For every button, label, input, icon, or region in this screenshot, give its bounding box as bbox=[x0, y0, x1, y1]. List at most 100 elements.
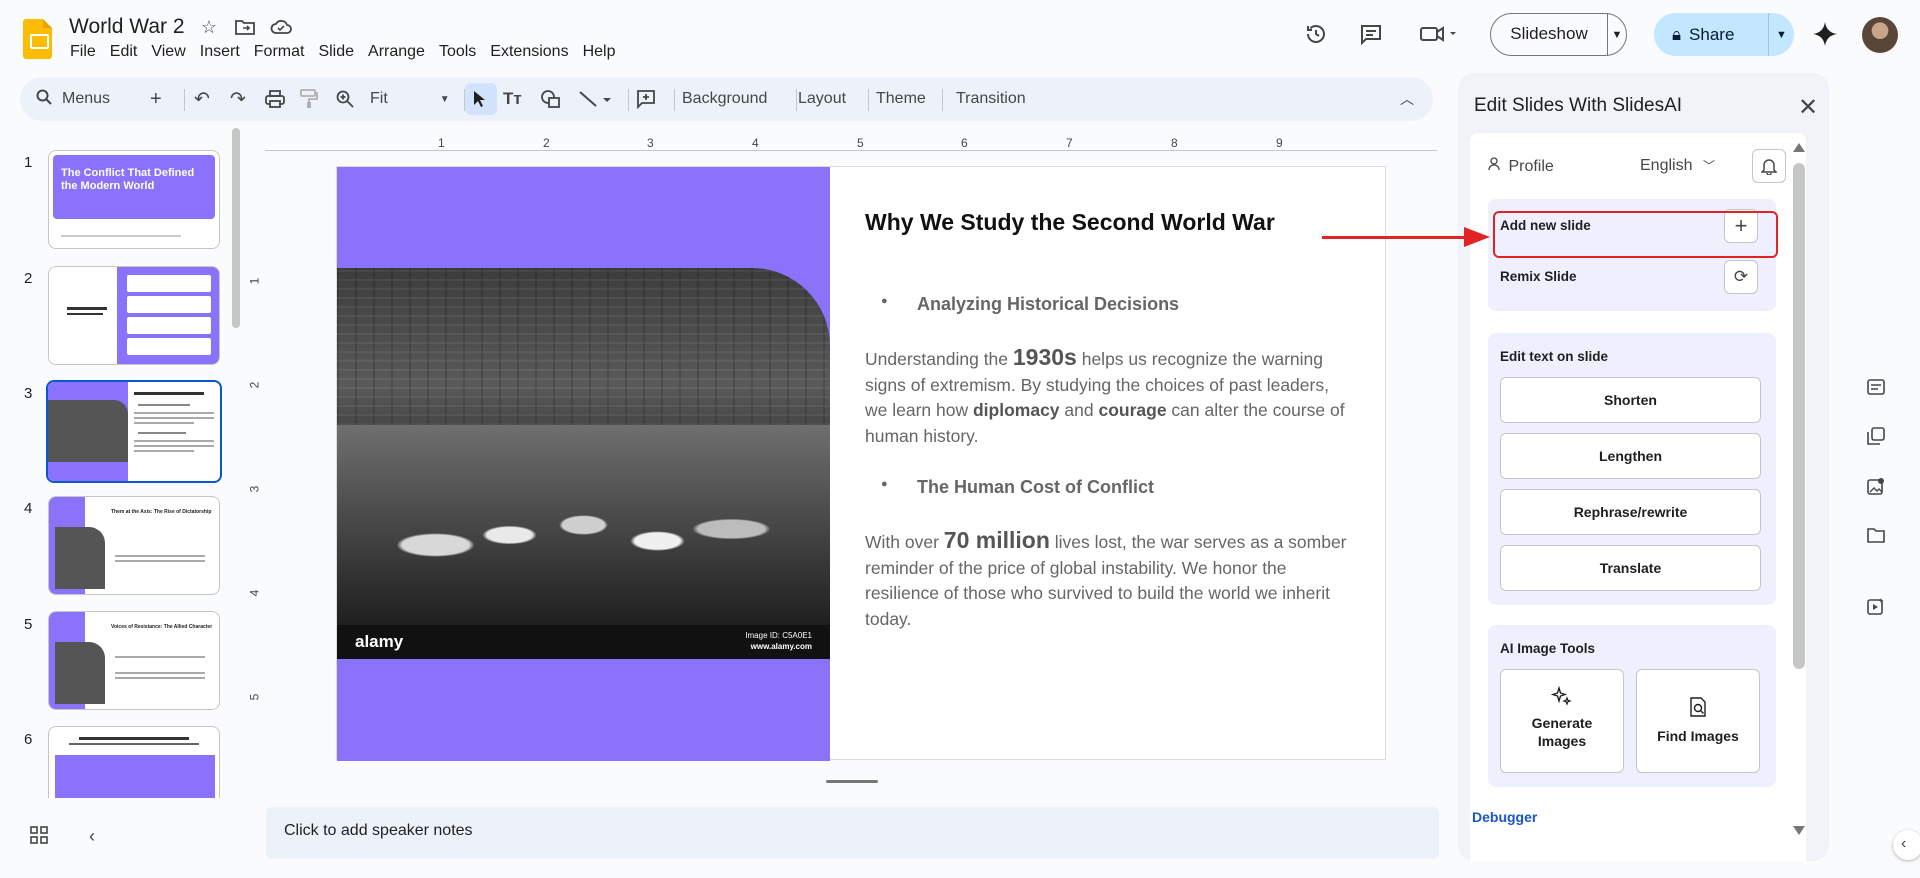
slide-number: 3 bbox=[24, 385, 33, 402]
redo-icon[interactable]: ↷ bbox=[230, 77, 246, 121]
shorten-button[interactable]: Shorten bbox=[1500, 377, 1761, 423]
line-icon[interactable] bbox=[578, 77, 612, 121]
collapse-filmstrip-icon[interactable]: ‹ bbox=[89, 826, 95, 847]
image-gallery-icon[interactable] bbox=[1864, 474, 1888, 498]
top-bar: World War 2 ☆ File Edit View Insert Form… bbox=[0, 0, 1920, 72]
move-folder-icon[interactable] bbox=[234, 16, 256, 38]
generate-images-button[interactable]: Generate Images bbox=[1500, 669, 1624, 773]
menu-view[interactable]: View bbox=[151, 43, 194, 61]
video-slides-icon[interactable] bbox=[1864, 594, 1888, 618]
panel-scrollbar[interactable] bbox=[1793, 163, 1805, 669]
bullet-2[interactable]: The Human Cost of Conflict bbox=[881, 477, 1154, 498]
slide-thumb-1[interactable]: The Conflict That Defined the Modern Wor… bbox=[48, 150, 220, 249]
ruler-tick: 2 bbox=[543, 136, 550, 150]
version-history-icon[interactable] bbox=[1302, 20, 1330, 48]
slide-photo[interactable]: alamy Image ID: C5A0E1 www.alamy.com bbox=[337, 268, 830, 659]
transition-button[interactable]: Transition bbox=[956, 77, 1026, 121]
slides-notes-icon[interactable] bbox=[1864, 375, 1888, 399]
edit-text-header: Edit text on slide bbox=[1500, 349, 1609, 364]
chevron-down-icon: ﹀ bbox=[1702, 159, 1715, 173]
generate-images-label: Generate Images bbox=[1531, 715, 1593, 749]
slideshow-dropdown-icon[interactable]: ▼ bbox=[1608, 29, 1626, 41]
ai-image-tools-header: AI Image Tools bbox=[1500, 641, 1596, 656]
slideshow-label[interactable]: Slideshow bbox=[1491, 13, 1608, 56]
comments-icon[interactable] bbox=[1357, 20, 1385, 48]
layout-button[interactable]: Layout bbox=[798, 77, 846, 121]
menu-insert[interactable]: Insert bbox=[200, 43, 249, 61]
zoom-dropdown-icon: ▼ bbox=[439, 93, 450, 105]
menu-tools[interactable]: Tools bbox=[439, 43, 485, 61]
thumb-4-title: Them at the Axis: The Rise of Dictatorsh… bbox=[111, 509, 212, 515]
lengthen-button[interactable]: Lengthen bbox=[1500, 433, 1761, 479]
slide-thumb-3[interactable] bbox=[46, 380, 222, 483]
rephrase-button[interactable]: Rephrase/rewrite bbox=[1500, 489, 1761, 535]
slide-thumb-5[interactable]: Voices of Resistance: The Allied Charact… bbox=[48, 611, 220, 710]
print-icon[interactable] bbox=[265, 77, 285, 121]
slide-thumb-6[interactable] bbox=[48, 726, 220, 798]
collapse-toolbar-icon[interactable]: ︿ bbox=[1400, 77, 1414, 121]
document-title[interactable]: World War 2 bbox=[69, 15, 185, 39]
menu-edit[interactable]: Edit bbox=[110, 43, 147, 61]
undo-icon[interactable]: ↶ bbox=[194, 77, 210, 121]
theme-button[interactable]: Theme bbox=[876, 77, 926, 121]
slides-logo-icon[interactable] bbox=[23, 19, 52, 59]
background-button[interactable]: Background bbox=[682, 77, 767, 121]
slide-canvas[interactable]: alamy Image ID: C5A0E1 www.alamy.com Why… bbox=[336, 166, 1386, 761]
slide-thumb-2[interactable] bbox=[48, 266, 220, 365]
notifications-bell-icon[interactable] bbox=[1752, 149, 1786, 183]
zoom-select[interactable]: Fit ▼ bbox=[370, 77, 450, 121]
paragraph-2[interactable]: With over 70 million lives lost, the war… bbox=[865, 527, 1355, 632]
panel-scroll-up-icon[interactable] bbox=[1793, 143, 1805, 152]
pointer-icon bbox=[474, 91, 485, 107]
insert-comment-icon[interactable] bbox=[636, 77, 656, 121]
account-avatar[interactable] bbox=[1862, 17, 1898, 53]
translate-button[interactable]: Translate bbox=[1500, 545, 1761, 591]
p1-bold1: diplomacy bbox=[972, 400, 1060, 420]
grid-view-icon[interactable] bbox=[30, 826, 48, 849]
remix-refresh-button[interactable]: ⟳ bbox=[1724, 260, 1758, 294]
zoom-icon[interactable] bbox=[336, 77, 354, 121]
menu-file[interactable]: File bbox=[70, 43, 105, 61]
person-icon bbox=[1488, 157, 1504, 175]
notes-resize-handle[interactable] bbox=[826, 780, 878, 783]
toolbar-divider bbox=[184, 89, 185, 111]
debugger-link[interactable]: Debugger bbox=[1472, 809, 1537, 825]
paragraph-1[interactable]: Understanding the 1930s helps us recogni… bbox=[865, 344, 1355, 449]
menu-extensions[interactable]: Extensions bbox=[490, 43, 577, 61]
shape-icon[interactable] bbox=[540, 77, 562, 121]
menu-help[interactable]: Help bbox=[583, 43, 625, 61]
panel-scroll-down-icon[interactable] bbox=[1793, 826, 1805, 835]
alamy-logo: alamy bbox=[355, 632, 404, 651]
share-main[interactable]: 🔒︎ Share bbox=[1654, 13, 1769, 56]
slideshow-button[interactable]: Slideshow ▼ bbox=[1490, 13, 1627, 56]
menu-arrange[interactable]: Arrange bbox=[368, 43, 434, 61]
folder-icon[interactable] bbox=[1864, 523, 1888, 547]
toolbar-divider bbox=[674, 89, 675, 111]
copy-layers-icon[interactable] bbox=[1864, 424, 1888, 448]
language-select[interactable]: English ﹀ bbox=[1640, 157, 1715, 175]
close-icon[interactable]: ✕ bbox=[1798, 93, 1818, 122]
toolbar-divider bbox=[796, 89, 797, 111]
select-tool[interactable] bbox=[462, 77, 498, 121]
bullet-1[interactable]: Analyzing Historical Decisions bbox=[881, 294, 1179, 315]
find-images-button[interactable]: Find Images bbox=[1636, 669, 1760, 773]
new-slide-icon[interactable]: + bbox=[150, 77, 162, 121]
meet-icon[interactable] bbox=[1418, 20, 1460, 48]
slide-thumb-4[interactable]: Them at the Axis: The Rise of Dictatorsh… bbox=[48, 496, 220, 595]
expand-side-panel-icon[interactable]: ‹ bbox=[1893, 830, 1920, 860]
share-dropdown-icon[interactable]: ▼ bbox=[1769, 29, 1794, 41]
filmstrip-scrollbar[interactable] bbox=[232, 128, 240, 328]
search-menus[interactable]: Menus bbox=[36, 77, 110, 121]
cloud-saved-icon[interactable] bbox=[270, 16, 292, 38]
gemini-icon[interactable] bbox=[1811, 20, 1839, 48]
paint-format-icon[interactable] bbox=[300, 77, 318, 121]
text-box-icon[interactable]: Tт bbox=[503, 77, 522, 121]
profile-link[interactable]: Profile bbox=[1488, 157, 1554, 176]
profile-label: Profile bbox=[1508, 158, 1554, 175]
star-icon[interactable]: ☆ bbox=[198, 16, 220, 38]
share-button[interactable]: 🔒︎ Share ▼ bbox=[1654, 13, 1794, 56]
slide-title[interactable]: Why We Study the Second World War bbox=[865, 209, 1365, 236]
menu-slide[interactable]: Slide bbox=[318, 43, 363, 61]
menu-format[interactable]: Format bbox=[254, 43, 314, 61]
speaker-notes[interactable]: Click to add speaker notes bbox=[266, 807, 1439, 859]
